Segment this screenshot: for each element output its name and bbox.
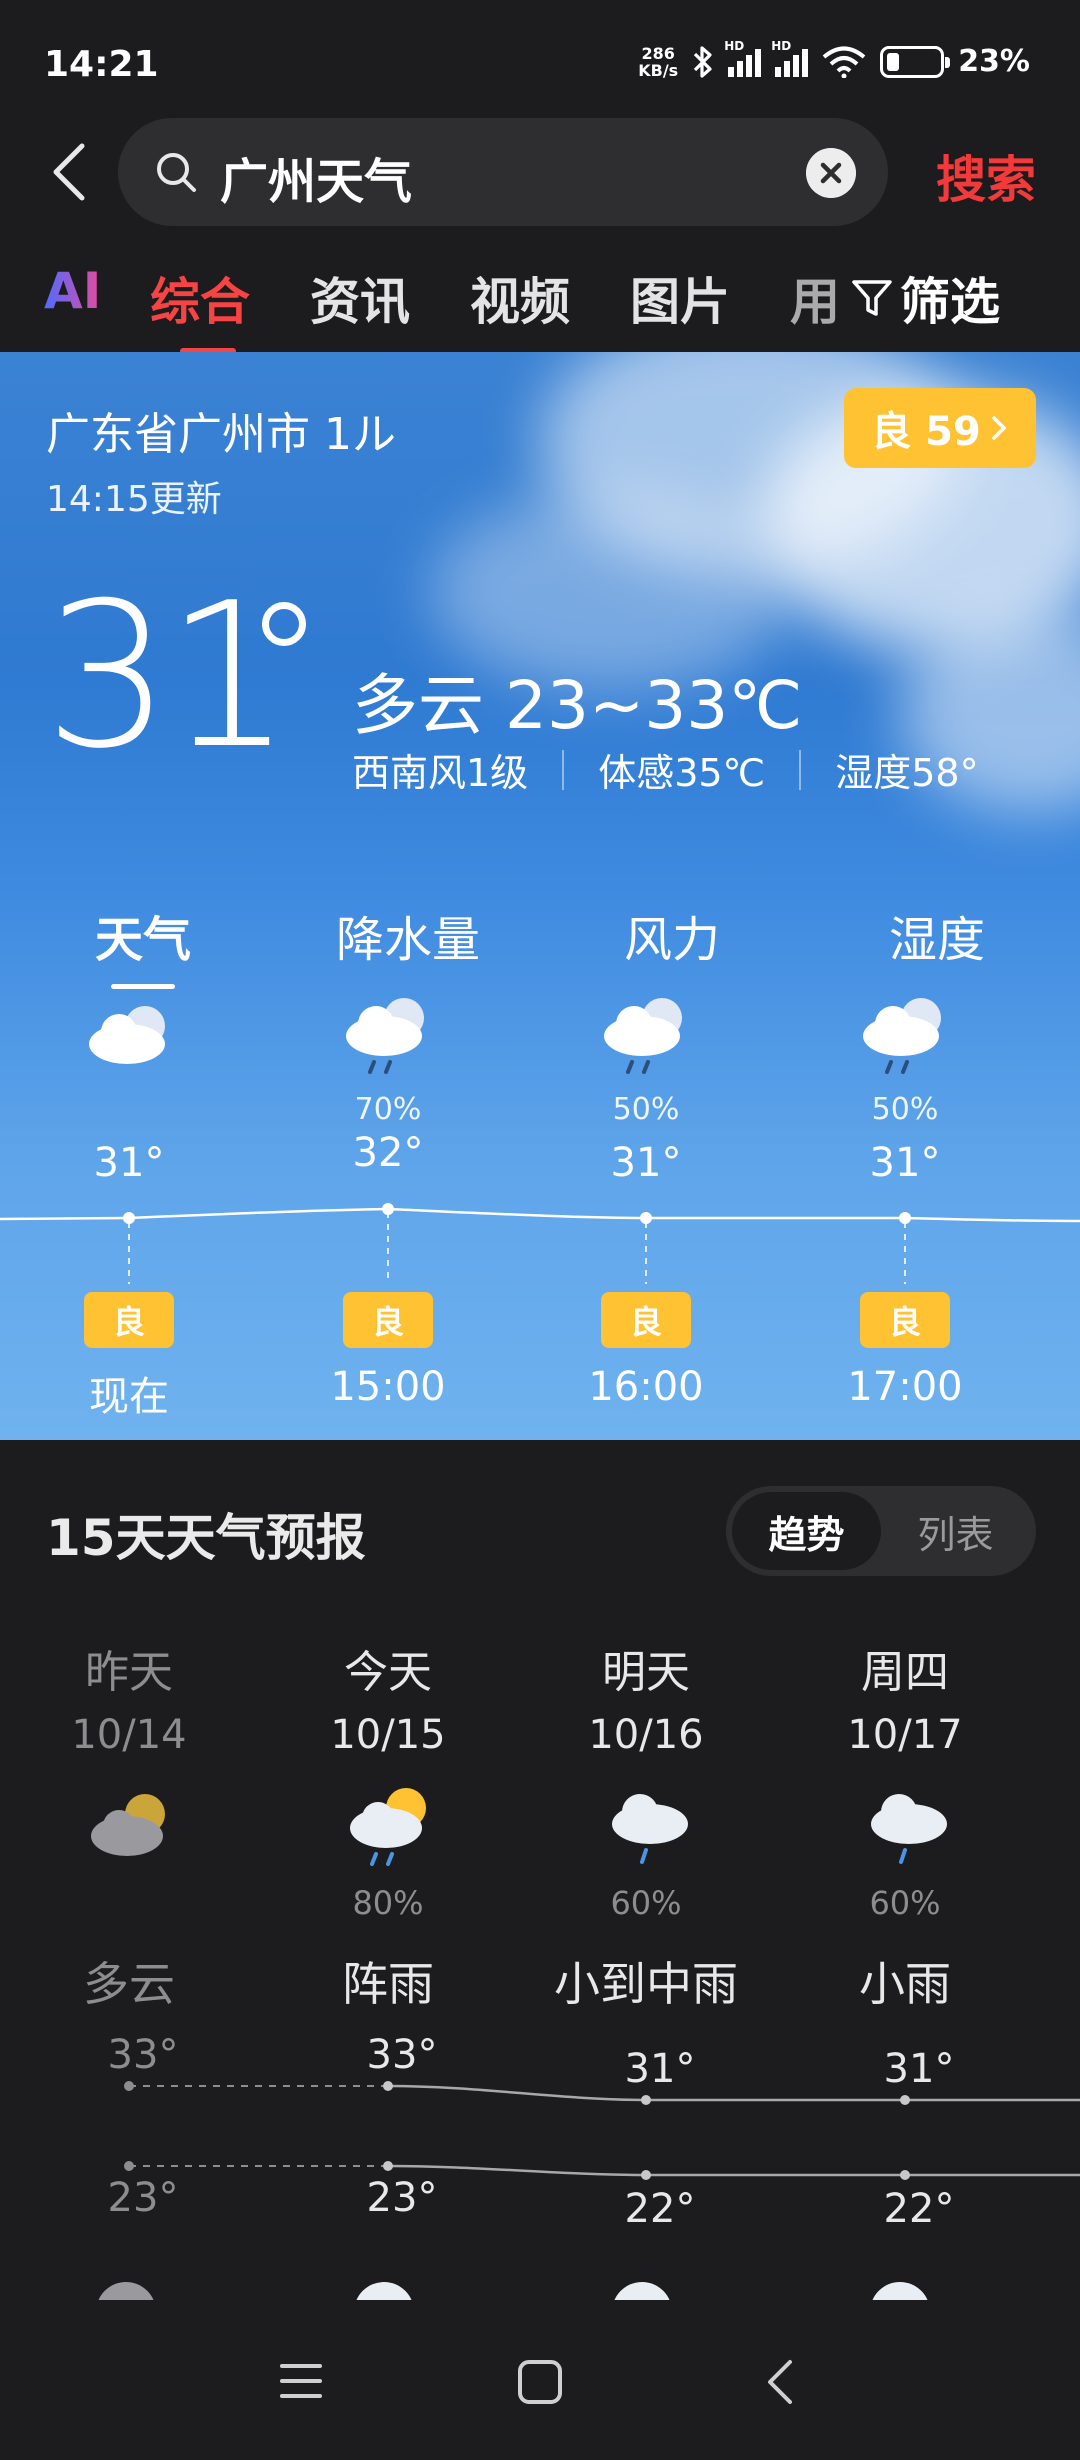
forecast-day[interactable]: 周四 10/17 60% 小雨	[785, 1636, 1025, 2011]
bluetooth-icon	[694, 45, 712, 78]
wind: 西南风1级	[352, 751, 529, 795]
update-time: 14:15更新	[46, 479, 222, 520]
forecast-title: 15天天气预报	[46, 1509, 366, 1567]
aqi-badge[interactable]: 良 59	[844, 388, 1036, 468]
wifi-icon	[822, 46, 866, 78]
high-temp: 31°	[624, 2046, 696, 2092]
high-temp: 33°	[107, 2032, 179, 2078]
weather-card[interactable]: 广东省广州市 1ル 14:15更新 良 59 31 多云 23~33℃ 西南风1…	[0, 352, 1080, 1440]
aqi-small-badge: 良	[343, 1292, 433, 1348]
trend-toggle[interactable]: 趋势	[732, 1492, 881, 1570]
low-temp: 23°	[366, 2175, 438, 2221]
battery-percent: 23%	[958, 44, 1030, 79]
battery-icon	[880, 45, 951, 78]
battery-fill	[887, 52, 899, 71]
current-temp: 31	[44, 560, 292, 793]
cloudy-icon	[89, 1006, 165, 1064]
weather-details: 西南风1级 体感35℃ 湿度58°	[352, 742, 979, 797]
tab-wind[interactable]: 风力	[542, 900, 802, 970]
chevron-right-icon	[992, 416, 1007, 440]
clock: 14:21	[44, 44, 159, 85]
aqi-small-badge: 良	[84, 1292, 174, 1348]
rain-icon	[346, 998, 424, 1074]
forecast-day[interactable]: 明天 10/16 60% 小到中雨	[526, 1636, 766, 2011]
search-tabs: AI 综合 资讯 视频 图片 用 筛选	[0, 262, 1080, 354]
filter-icon	[852, 280, 892, 316]
condition: 多云 23~33℃	[352, 667, 803, 744]
cell-signal-icon-2: HD	[771, 39, 809, 77]
low-temp: 22°	[883, 2186, 955, 2232]
light-rain-icon	[612, 1794, 688, 1864]
low-temp: 22°	[624, 2186, 696, 2232]
status-bar: 14:21 286 KB/s HD HD 23%	[0, 0, 1080, 120]
menu-icon[interactable]	[278, 2358, 324, 2404]
aqi-small-badge: 良	[860, 1292, 950, 1348]
search-row: 广州天气 搜索	[0, 118, 1080, 228]
tab-news[interactable]: 资讯	[310, 262, 410, 334]
home-icon[interactable]	[516, 2358, 564, 2406]
aqi-small-badge: 良	[601, 1292, 691, 1348]
forecast-day[interactable]: 昨天 10/14 多云	[9, 1636, 249, 2011]
tab-video[interactable]: 视频	[470, 262, 570, 334]
list-toggle[interactable]: 列表	[881, 1492, 1030, 1570]
tab-humidity[interactable]: 湿度	[807, 900, 1067, 970]
back-nav-icon[interactable]	[758, 2358, 804, 2406]
search-query: 广州天气	[220, 154, 413, 210]
rain-icon	[863, 998, 941, 1074]
low-temp: 23°	[107, 2175, 179, 2221]
net-speed: 286 KB/s	[638, 43, 679, 80]
clear-icon[interactable]	[806, 148, 856, 198]
filter-button[interactable]: 筛选	[836, 262, 1000, 334]
search-icon	[157, 153, 196, 192]
tab-comprehensive[interactable]: 综合	[150, 262, 250, 354]
high-temp: 33°	[366, 2032, 438, 2078]
status-icons: 286 KB/s HD HD 23%	[638, 39, 1030, 80]
view-toggle: 趋势 列表	[726, 1486, 1036, 1576]
cell-signal-icon: HD	[724, 39, 762, 77]
rain-icon	[604, 998, 682, 1074]
tab-precipitation[interactable]: 降水量	[278, 900, 538, 970]
hourly-tabs: 天气 降水量 风力 湿度	[0, 900, 1080, 980]
forecast-day[interactable]: 今天 10/15 80% 阵雨	[268, 1636, 508, 2011]
feels-like: 体感35℃	[598, 751, 766, 795]
tab-images[interactable]: 图片	[630, 262, 730, 334]
light-rain-icon	[871, 1794, 947, 1864]
sun-shower-icon	[350, 1788, 426, 1866]
high-temp: 31°	[883, 2046, 955, 2092]
humidity: 湿度58°	[835, 751, 979, 795]
back-icon[interactable]	[44, 140, 100, 204]
tab-ai[interactable]: AI	[44, 262, 101, 320]
degree-symbol	[262, 602, 306, 646]
partly-cloudy-icon	[91, 1794, 165, 1856]
tab-more[interactable]: 用	[790, 262, 840, 334]
navigation-bar	[0, 2300, 1080, 2460]
location[interactable]: 广东省广州市 1ル	[46, 398, 396, 462]
search-input[interactable]: 广州天气	[118, 118, 888, 226]
search-button[interactable]: 搜索	[936, 140, 1036, 212]
tab-weather[interactable]: 天气	[13, 900, 273, 970]
